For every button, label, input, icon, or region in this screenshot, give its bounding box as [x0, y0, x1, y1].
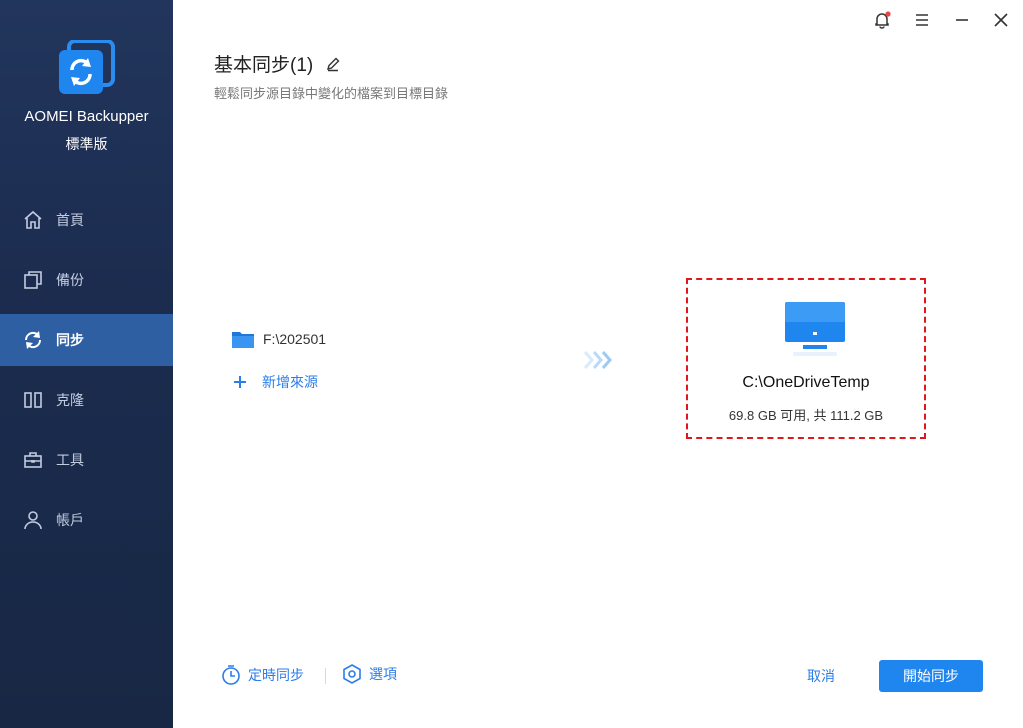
- notification-icon[interactable]: [872, 10, 892, 30]
- destination-path: C:\OneDriveTemp: [742, 374, 870, 391]
- sidebar-item-label: 克隆: [56, 392, 84, 408]
- sidebar-item-home[interactable]: 首頁: [0, 194, 173, 246]
- app-logo-icon: [57, 39, 115, 96]
- clock-icon: [221, 664, 241, 686]
- destination-space: 69.8 GB 可用, 共 111.2 GB: [728, 408, 884, 423]
- app-name: AOMEI Backupper: [24, 108, 149, 125]
- sidebar-item-label: 同步: [56, 332, 84, 348]
- sidebar-item-label: 工具: [56, 452, 84, 468]
- sidebar-item-clone[interactable]: 克隆: [0, 374, 173, 426]
- account-icon: [23, 510, 43, 530]
- add-source-label: 新增來源: [262, 374, 318, 390]
- source-path: F:\202501: [263, 331, 327, 347]
- sidebar: AOMEI Backupper 標準版 首頁 備份 同步 克隆 工具 帳戶: [0, 0, 173, 728]
- folder-icon: [231, 329, 255, 349]
- minimize-icon[interactable]: [952, 10, 972, 30]
- schedule-sync-button[interactable]: 定時同步: [221, 664, 304, 686]
- options-hexagon-icon: [342, 664, 362, 684]
- options-button[interactable]: 選項: [342, 664, 397, 684]
- sidebar-item-account[interactable]: 帳戶: [0, 494, 173, 546]
- app-edition: 標準版: [65, 136, 108, 152]
- source-item[interactable]: F:\202501: [231, 329, 326, 349]
- plus-icon: [233, 375, 247, 389]
- page-title: 基本同步(1): [214, 55, 314, 76]
- add-source-button[interactable]: 新增來源: [233, 372, 318, 392]
- monitor-icon: [783, 300, 847, 363]
- backup-icon: [23, 270, 43, 290]
- chevrons-right-icon: [583, 349, 615, 376]
- sync-icon: [23, 330, 43, 350]
- schedule-sync-label: 定時同步: [248, 667, 304, 683]
- sidebar-item-tools[interactable]: 工具: [0, 434, 173, 486]
- footer-divider: [325, 668, 326, 684]
- sidebar-item-sync[interactable]: 同步: [0, 314, 173, 366]
- clone-icon: [23, 390, 43, 410]
- destination-selector[interactable]: C:\OneDriveTemp 69.8 GB 可用, 共 111.2 GB: [686, 278, 926, 439]
- tools-icon: [23, 450, 43, 470]
- options-label: 選項: [369, 666, 397, 682]
- sidebar-item-label: 帳戶: [56, 512, 84, 528]
- sidebar-item-backup[interactable]: 備份: [0, 254, 173, 306]
- cancel-button[interactable]: 取消: [795, 664, 847, 688]
- home-icon: [23, 210, 43, 230]
- sidebar-item-label: 備份: [56, 272, 84, 288]
- page-title-container: 基本同步(1): [214, 50, 341, 77]
- page-subtitle: 輕鬆同步源目錄中變化的檔案到目標目錄: [214, 86, 449, 101]
- start-sync-button[interactable]: 開始同步: [879, 660, 983, 692]
- close-icon[interactable]: [991, 10, 1011, 30]
- menu-icon[interactable]: [912, 10, 932, 30]
- sidebar-item-label: 首頁: [56, 212, 84, 228]
- edit-icon[interactable]: [325, 56, 341, 72]
